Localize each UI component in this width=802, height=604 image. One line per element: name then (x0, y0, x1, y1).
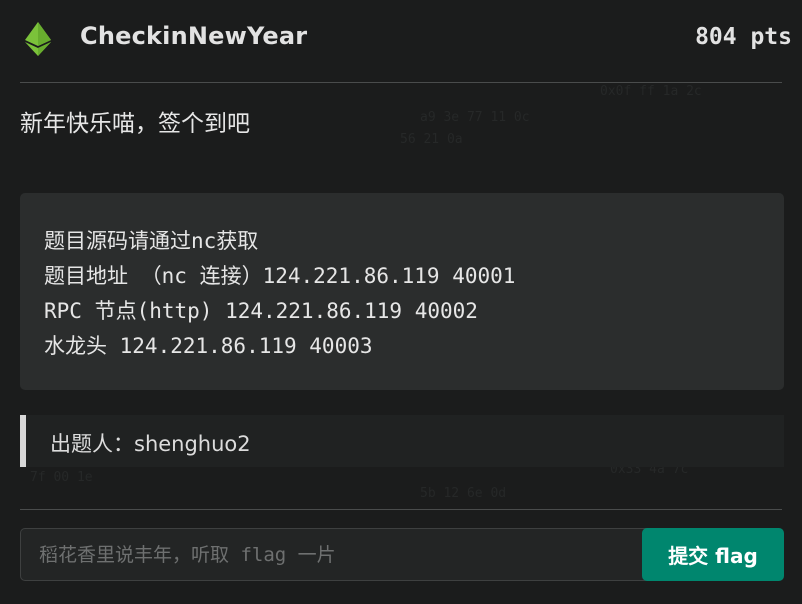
flag-input[interactable] (20, 528, 660, 581)
header-divider (20, 82, 782, 83)
quote-bar (20, 415, 26, 467)
ethereum-diamond-icon (25, 22, 51, 56)
challenge-title: CheckinNewYear (80, 22, 308, 50)
submit-flag-button[interactable]: 提交 flag (642, 528, 784, 581)
challenge-description: 新年快乐喵，签个到吧 (20, 111, 250, 137)
code-line-rpc: RPC 节点(http) 124.221.86.119 40002 (44, 299, 478, 323)
connection-info-block: 题目源码请通过nc获取 题目地址 （nc 连接）124.221.86.119 4… (20, 193, 784, 390)
code-line-faucet: 水龙头 124.221.86.119 40003 (44, 334, 373, 358)
author-quote: 出题人：shenghuo2 (20, 415, 784, 467)
challenge-page: 0x0f ff 1a 2c a9 3e 77 11 0c 56 21 0a 0x… (0, 0, 802, 604)
challenge-points: 804 pts (695, 24, 792, 50)
code-line-address: 题目地址 （nc 连接）124.221.86.119 40001 (44, 264, 516, 288)
submit-divider (20, 509, 782, 510)
code-line-source: 题目源码请通过nc获取 (44, 229, 259, 253)
challenge-header: CheckinNewYear 804 pts (0, 0, 802, 82)
author-label: 出题人：shenghuo2 (50, 432, 251, 456)
